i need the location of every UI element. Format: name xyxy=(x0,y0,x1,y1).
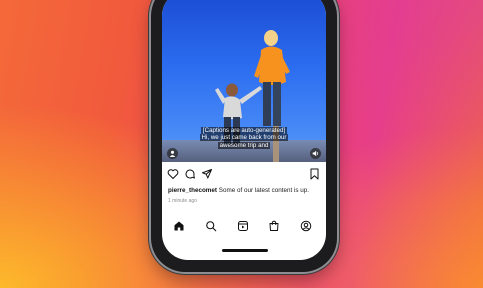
comment-icon[interactable] xyxy=(184,168,196,180)
caption-line-1: [Captions are auto-generated] xyxy=(200,127,288,134)
caption-line-3: awesome trip and xyxy=(217,141,271,149)
share-icon[interactable] xyxy=(201,168,213,180)
post-caption-text: Some of our latest content is up. xyxy=(218,187,310,194)
profile-icon[interactable] xyxy=(300,220,312,232)
video-post[interactable]: [Captions are auto-generated] Hi, we jus… xyxy=(162,0,326,162)
caption-line-2: Hi, we just came back from our xyxy=(199,134,289,142)
heart-icon[interactable] xyxy=(167,168,179,180)
save-icon[interactable] xyxy=(309,168,320,180)
phone-frame: [Captions are auto-generated] Hi, we jus… xyxy=(151,0,337,272)
user-icon xyxy=(169,150,176,157)
auto-caption: [Captions are auto-generated] Hi, we jus… xyxy=(162,127,326,149)
home-icon[interactable] xyxy=(173,220,185,232)
shop-icon[interactable] xyxy=(268,220,280,232)
post-timestamp: 1 minute ago xyxy=(168,198,197,204)
bottom-nav xyxy=(162,214,326,244)
tagged-user-button[interactable] xyxy=(167,148,178,159)
mute-button[interactable] xyxy=(310,148,321,159)
post-actions xyxy=(167,168,320,182)
home-indicator[interactable] xyxy=(222,249,268,252)
search-icon[interactable] xyxy=(205,220,217,232)
speaker-icon xyxy=(312,150,319,157)
reels-icon[interactable] xyxy=(237,220,249,232)
post-caption: pierre_thecomet Some of our latest conte… xyxy=(168,187,322,194)
post-username[interactable]: pierre_thecomet xyxy=(168,187,217,194)
phone-screen: [Captions are auto-generated] Hi, we jus… xyxy=(162,0,326,260)
